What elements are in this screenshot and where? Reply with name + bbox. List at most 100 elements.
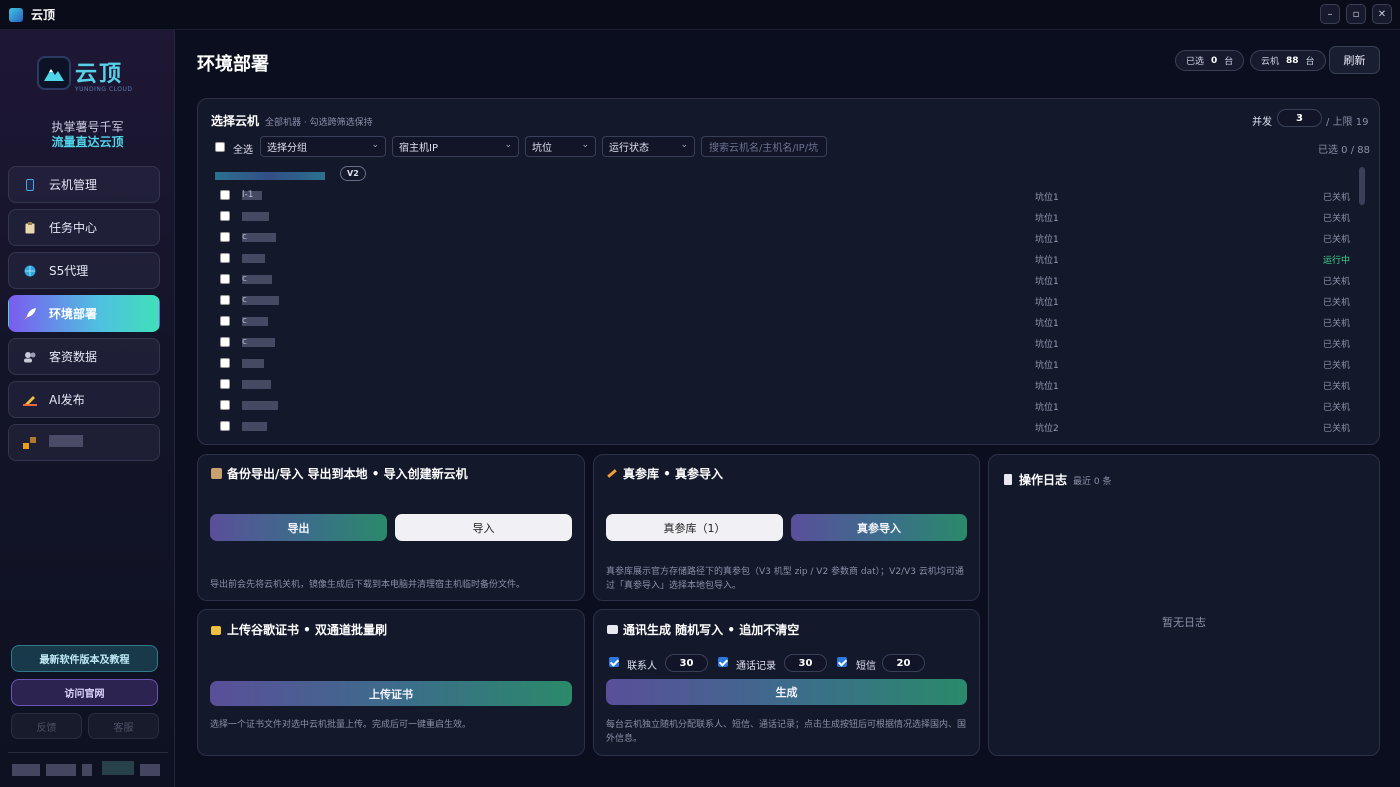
table-row[interactable]: l-1 坑位1 已关机 (210, 185, 1350, 205)
row-checkbox[interactable] (220, 316, 230, 326)
status-select-value: 运行状态 (609, 143, 649, 154)
maximize-button[interactable]: ▫ (1346, 4, 1366, 24)
nav-item-ai-publish[interactable]: AI发布 (8, 381, 160, 418)
real-panel-title: 真参库 • 真参导入 (607, 465, 723, 482)
feedback-button[interactable]: 反馈 (11, 713, 82, 739)
search-input[interactable]: 搜索云机名/主机名/IP/坑 (701, 136, 827, 157)
sms-checkbox[interactable] (837, 657, 847, 667)
generate-button[interactable]: 生成 (606, 679, 967, 705)
selected-label: 已选 (1186, 57, 1205, 67)
row-status: 已关机 (1322, 319, 1350, 329)
nav-label: 客资数据 (49, 350, 98, 364)
minimize-button[interactable]: – (1320, 4, 1340, 24)
select-panel-title-text: 选择云机 (211, 114, 260, 128)
row-checkbox[interactable] (220, 232, 230, 242)
nav-item-customer-data[interactable]: 客资数据 (8, 338, 160, 375)
row-status: 已关机 (1322, 193, 1350, 203)
row-checkbox[interactable] (220, 358, 230, 368)
slot-select[interactable]: 坑位 ⌄ (525, 136, 596, 157)
host-select-value: 宿主机IP (399, 143, 438, 154)
select-panel-subtitle: 全部机器 · 勾选跨筛选保持 (265, 118, 373, 128)
support-button[interactable]: 客服 (88, 713, 159, 739)
selected-total: 已选 0 / 88 (1318, 145, 1370, 156)
cloud-unit: 台 (1305, 57, 1315, 67)
host-ip-select[interactable]: 宿主机IP ⌄ (392, 136, 519, 157)
redacted-name (242, 359, 264, 368)
row-checkbox[interactable] (220, 295, 230, 305)
row-status: 已关机 (1322, 214, 1350, 224)
table-row[interactable]: 坑位2 已关机 (210, 416, 1350, 436)
calls-count-input[interactable]: 30 (784, 654, 827, 672)
real-library-button[interactable]: 真参库（1） (606, 514, 783, 541)
close-button[interactable]: ✕ (1372, 4, 1392, 24)
table-row[interactable]: c 坑位1 已关机 (210, 269, 1350, 289)
table-row[interactable]: c 坑位1 已关机 (210, 227, 1350, 247)
row-checkbox[interactable] (220, 190, 230, 200)
contacts-checkbox[interactable] (609, 657, 619, 667)
calls-checkbox[interactable] (718, 657, 728, 667)
row-slot: 坑位1 (1035, 277, 1059, 287)
row-slot: 坑位1 (1035, 319, 1059, 329)
row-checkbox[interactable] (220, 337, 230, 347)
redacted-label (49, 435, 83, 450)
visit-website-button[interactable]: 访问官网 (11, 679, 158, 706)
cert-panel-title: 上传谷歌证书 • 双通道批量刷 (211, 621, 387, 638)
table-row[interactable]: c 坑位1 已关机 (210, 311, 1350, 331)
select-all-checkbox[interactable] (215, 142, 225, 152)
table-row[interactable]: 坑位1 已关机 (210, 374, 1350, 394)
table-row[interactable]: c 坑位1 已关机 (210, 290, 1350, 310)
row-checkbox[interactable] (220, 421, 230, 431)
row-status: 已关机 (1322, 298, 1350, 308)
window-title: 云顶 (31, 8, 56, 22)
table-row[interactable]: 坑位1 已关机 (210, 206, 1350, 226)
table-row[interactable]: 坑位1 已关机 (210, 395, 1350, 415)
nav-item-environment-deploy[interactable]: 环境部署 (8, 295, 160, 332)
concurrency-input[interactable]: 3 (1277, 109, 1322, 127)
row-checkbox[interactable] (220, 211, 230, 221)
refresh-button[interactable]: 刷新 (1329, 46, 1380, 74)
selected-count-badge: 已选 0 台 (1175, 50, 1245, 71)
export-button[interactable]: 导出 (210, 514, 387, 541)
sms-count-input[interactable]: 20 (882, 654, 925, 672)
cloud-count-badge: 云机 88 台 (1250, 50, 1326, 71)
sidebar-footer (8, 752, 168, 753)
row-checkbox[interactable] (220, 253, 230, 263)
row-checkbox[interactable] (220, 274, 230, 284)
nav-item-task-center[interactable]: 任务中心 (8, 209, 160, 246)
real-hint: 真参库展示官方存储路径下的真参包（V3 机型 zip / V2 参数商 dat）… (606, 567, 964, 591)
import-button[interactable]: 导入 (395, 514, 572, 541)
table-row[interactable]: 坑位1 已关机 (210, 353, 1350, 373)
row-checkbox[interactable] (220, 379, 230, 389)
status-select[interactable]: 运行状态 ⌄ (602, 136, 695, 157)
redacted-name (242, 296, 279, 305)
row-slot: 坑位2 (1035, 424, 1059, 434)
redacted-name (242, 233, 276, 242)
cert-title-text: 上传谷歌证书 • 双通道批量刷 (227, 623, 388, 637)
nav-item-s5-proxy[interactable]: S5代理 (8, 252, 160, 289)
row-checkbox[interactable] (220, 400, 230, 410)
row-slot: 坑位1 (1035, 256, 1059, 266)
tutorial-button[interactable]: 最新软件版本及教程 (11, 645, 158, 672)
chat-icon (607, 625, 618, 634)
row-slot: 坑位1 (1035, 340, 1059, 350)
users-icon (23, 350, 37, 364)
chevron-down-icon: ⌄ (581, 140, 589, 150)
list-scrollbar[interactable] (1359, 167, 1365, 205)
row-name: c (242, 274, 247, 284)
table-row[interactable]: c 坑位1 已关机 (210, 332, 1350, 352)
brand-name: 云顶 (75, 62, 124, 87)
table-row[interactable]: 坑位1 运行中 (210, 248, 1350, 268)
group-select[interactable]: 选择分组 ⌄ (260, 136, 386, 157)
group-header[interactable]: V2 (215, 166, 366, 182)
upload-cert-button[interactable]: 上传证书 (210, 681, 572, 706)
nav-item-cloud-management[interactable]: 云机管理 (8, 166, 160, 203)
cloud-label: 云机 (1261, 57, 1280, 67)
contacts-count-input[interactable]: 30 (665, 654, 708, 672)
log-empty-text: 暂无日志 (1162, 616, 1206, 629)
real-import-button[interactable]: 真参导入 (791, 514, 967, 541)
box-icon (211, 468, 222, 479)
row-status: 已关机 (1322, 424, 1350, 434)
sms-label: 短信 (856, 661, 876, 672)
nav-item-redacted[interactable] (8, 424, 160, 461)
chevron-down-icon: ⌄ (504, 140, 512, 150)
